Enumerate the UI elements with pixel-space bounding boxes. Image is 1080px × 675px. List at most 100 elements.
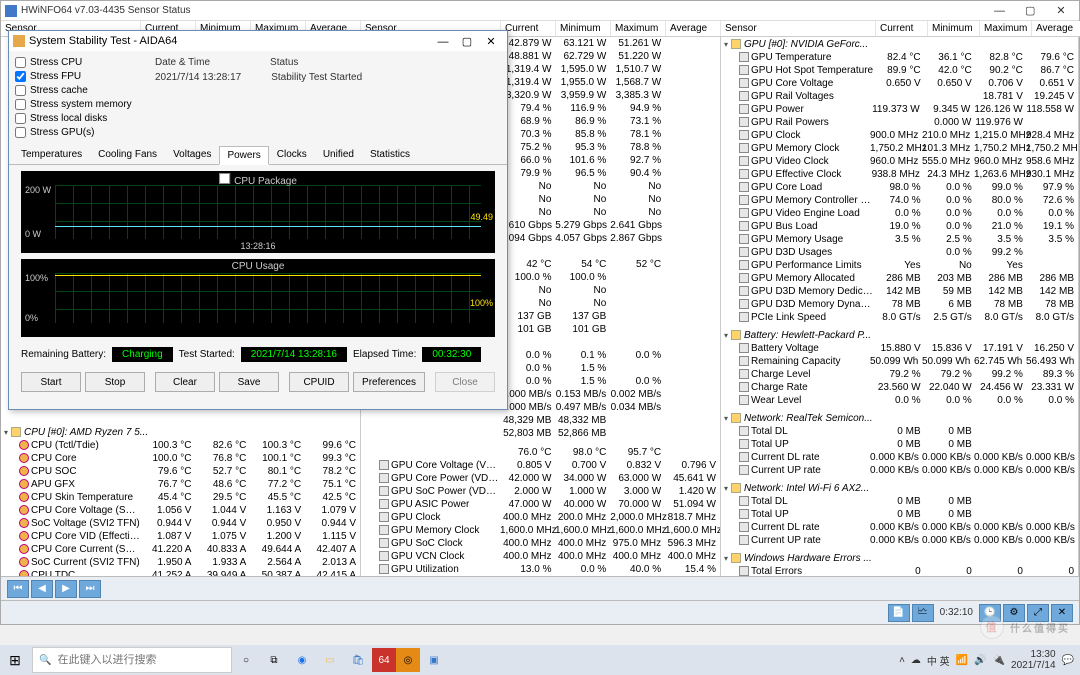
stress-checkbox[interactable] <box>15 127 26 138</box>
sensor-row[interactable]: GPU SoC Power (VDDCR_S...2.000 W1.000 W3… <box>361 485 720 498</box>
search-input[interactable] <box>57 654 225 666</box>
sensor-row[interactable]: CPU Core Current (SVI2 TFN)41.220 A40.83… <box>1 543 360 556</box>
close-button[interactable]: ✕ <box>1047 4 1075 17</box>
sensor-row[interactable]: GPU Temperature82.4 °C36.1 °C82.8 °C79.6… <box>721 51 1078 64</box>
sensor-row[interactable]: GPU Bus Load19.0 %0.0 %21.0 %19.1 % <box>721 220 1078 233</box>
sensor-row[interactable]: CPU Core Voltage (SVI2 TFN)1.056 V1.044 … <box>1 504 360 517</box>
sensor-row[interactable]: GPU Clock400.0 MHz200.0 MHz2,000.0 MHz81… <box>361 511 720 524</box>
sensor-group[interactable]: ▾Battery: Hewlett-Packard P... <box>721 328 1078 342</box>
sensor-row[interactable]: GPU Video Clock960.0 MHz555.0 MHz960.0 M… <box>721 155 1078 168</box>
task-aida-icon[interactable]: 64 <box>372 648 396 672</box>
cpuid-button[interactable]: CPUID <box>289 372 349 392</box>
task-hwinfo-icon[interactable]: ▣ <box>420 646 448 674</box>
sensor-row[interactable]: CPU (Tctl/Tdie)100.3 °C82.6 °C100.3 °C99… <box>1 439 360 452</box>
sensor-row[interactable]: GPU Memory Clock1,750.2 MHz101.3 MHz1,75… <box>721 142 1078 155</box>
task-cortana-icon[interactable]: ○ <box>232 646 260 674</box>
task-store-icon[interactable]: 🛍 <box>344 646 372 674</box>
sensor-row[interactable]: APU GFX76.7 °C48.6 °C77.2 °C75.1 °C <box>1 478 360 491</box>
sensor-pane-right[interactable]: ▾GPU [#0]: NVIDIA GeForc...GPU Temperatu… <box>721 37 1079 600</box>
tray-up-icon[interactable]: ˄ <box>899 655 905 666</box>
sensor-row[interactable]: PCIe Link Speed8.0 GT/s2.5 GT/s8.0 GT/s8… <box>721 311 1078 324</box>
start-button[interactable]: Start <box>21 372 81 392</box>
tray-date[interactable]: 2021/7/14 <box>1011 660 1056 671</box>
sensor-row[interactable]: GPU Memory Controller Load74.0 %0.0 %80.… <box>721 194 1078 207</box>
sensor-row[interactable]: GPU Core Load98.0 %0.0 %99.0 %97.9 % <box>721 181 1078 194</box>
sensor-row[interactable]: GPU VCN Clock400.0 MHz400.0 MHz400.0 MHz… <box>361 550 720 563</box>
sensor-row[interactable]: Current UP rate0.000 KB/s0.000 KB/s0.000… <box>721 464 1078 477</box>
sensor-group[interactable]: ▾Network: Intel Wi-Fi 6 AX2... <box>721 481 1078 495</box>
sensor-row[interactable]: GPU D3D Memory Dynamic78 MB6 MB78 MB78 M… <box>721 298 1078 311</box>
stress-option[interactable]: Stress local disks <box>15 113 143 124</box>
dialog-tab[interactable]: Cooling Fans <box>90 145 165 164</box>
sensor-row[interactable]: GPU D3D Memory Dedicated142 MB59 MB142 M… <box>721 285 1078 298</box>
sensor-row[interactable]: GPU Clock900.0 MHz210.0 MHz1,215.0 MHz92… <box>721 129 1078 142</box>
stress-checkbox[interactable] <box>15 113 26 124</box>
tray-cloud-icon[interactable]: ☁ <box>911 655 921 666</box>
dialog-tab[interactable]: Powers <box>219 146 268 165</box>
sensor-row[interactable]: SoC Voltage (SVI2 TFN)0.944 V0.944 V0.95… <box>1 517 360 530</box>
stress-option[interactable]: Stress CPU <box>15 57 143 68</box>
sensor-row[interactable]: GPU Memory Clock1,600.0 MHz1,600.0 MHz1,… <box>361 524 720 537</box>
dialog-tab[interactable]: Voltages <box>165 145 219 164</box>
sensor-row[interactable]: CPU Core VID (Effective)1.087 V1.075 V1.… <box>1 530 360 543</box>
nav-first-icon[interactable]: ⏮ <box>7 580 29 598</box>
sensor-row[interactable]: Current DL rate0.000 KB/s0.000 KB/s0.000… <box>721 451 1078 464</box>
sensor-row[interactable]: GPU Core Voltage (VDDCR...0.805 V0.700 V… <box>361 459 720 472</box>
sensor-row[interactable]: Charge Level79.2 %79.2 %99.2 %89.3 % <box>721 368 1078 381</box>
cpu-group[interactable]: ▾CPU [#0]: AMD Ryzen 7 5... <box>1 425 360 439</box>
dialog-tab[interactable]: Unified <box>315 145 362 164</box>
stress-option[interactable]: Stress FPU <box>15 71 143 82</box>
sensor-row[interactable]: CPU Skin Temperature45.4 °C29.5 °C45.5 °… <box>1 491 360 504</box>
sensor-row[interactable]: Total UP0 MB0 MB <box>721 438 1078 451</box>
sensor-group[interactable]: ▾GPU [#0]: NVIDIA GeForc... <box>721 37 1078 51</box>
sensor-row[interactable]: Current UP rate0.000 KB/s0.000 KB/s0.000… <box>721 534 1078 547</box>
task-edge-icon[interactable]: ◉ <box>288 646 316 674</box>
sensor-row[interactable]: SoC Current (SVI2 TFN)1.950 A1.933 A2.56… <box>1 556 360 569</box>
tray-lang[interactable]: 中 英 <box>927 653 950 668</box>
sensor-row[interactable]: GPU Rail Voltages18.781 V19.245 V <box>721 90 1078 103</box>
min-button[interactable]: — <box>985 5 1013 17</box>
sensor-row[interactable]: GPU ASIC Power47.000 W40.000 W70.000 W51… <box>361 498 720 511</box>
sensor-row[interactable]: Total UP0 MB0 MB <box>721 508 1078 521</box>
sensor-row[interactable]: Wear Level0.0 %0.0 %0.0 %0.0 % <box>721 394 1078 407</box>
stress-checkbox[interactable] <box>15 99 26 110</box>
sensor-row[interactable]: 52,803 MB52,866 MB <box>361 427 720 440</box>
stress-option[interactable]: Stress cache <box>15 85 143 96</box>
aida-stability-dialog[interactable]: System Stability Test - AIDA64 —▢✕ Stres… <box>8 30 508 410</box>
dlg-max[interactable]: ▢ <box>455 35 479 48</box>
close-dialog-button[interactable]: Close <box>435 372 495 392</box>
sensor-row[interactable]: GPU Core Power (VDDCR_...42.000 W34.000 … <box>361 472 720 485</box>
sensor-row[interactable]: GPU D3D Usages0.0 %99.2 % <box>721 246 1078 259</box>
sensor-row[interactable]: GPU Power119.373 W9.345 W126.126 W118.55… <box>721 103 1078 116</box>
save-button[interactable]: Save <box>219 372 279 392</box>
sensor-row[interactable]: CPU SOC79.6 °C52.7 °C80.1 °C78.2 °C <box>1 465 360 478</box>
preferences-button[interactable]: Preferences <box>353 372 425 392</box>
tray-bat-icon[interactable]: 🔌 <box>993 655 1005 666</box>
sensor-row[interactable]: Charge Rate23.560 W22.040 W24.456 W23.33… <box>721 381 1078 394</box>
sensor-row[interactable]: Remaining Capacity50.099 Wh50.099 Wh62.7… <box>721 355 1078 368</box>
stress-checkbox[interactable] <box>15 57 26 68</box>
tray-wifi-icon[interactable]: 📶 <box>956 655 968 666</box>
sensor-row[interactable]: GPU SoC Clock400.0 MHz400.0 MHz975.0 MHz… <box>361 537 720 550</box>
stress-option[interactable]: Stress GPU(s) <box>15 127 143 138</box>
sensor-row[interactable]: GPU Rail Powers0.000 W119.976 W <box>721 116 1078 129</box>
sensor-group[interactable]: ▾Windows Hardware Errors ... <box>721 551 1078 565</box>
clear-button[interactable]: Clear <box>155 372 215 392</box>
nav-next-icon[interactable]: ▶ <box>55 580 77 598</box>
sensor-row[interactable]: GPU Video Engine Load0.0 %0.0 %0.0 %0.0 … <box>721 207 1078 220</box>
max-button[interactable]: ▢ <box>1016 4 1044 17</box>
stress-checkbox[interactable] <box>15 85 26 96</box>
sensor-row[interactable]: GPU Memory Allocated286 MB203 MB286 MB28… <box>721 272 1078 285</box>
sensor-row[interactable]: Current DL rate0.000 KB/s0.000 KB/s0.000… <box>721 521 1078 534</box>
sensor-group[interactable]: ▾Network: RealTek Semicon... <box>721 411 1078 425</box>
tray-notif-icon[interactable]: 💬 <box>1062 655 1074 666</box>
sensor-row[interactable]: GPU Effective Clock938.8 MHz24.3 MHz1,26… <box>721 168 1078 181</box>
stress-option[interactable]: Stress system memory <box>15 99 143 110</box>
tray-time[interactable]: 13:30 <box>1011 649 1056 660</box>
dialog-tab[interactable]: Clocks <box>269 145 315 164</box>
tray-vol-icon[interactable]: 🔊 <box>974 655 986 666</box>
dlg-close[interactable]: ✕ <box>479 35 503 48</box>
dialog-titlebar[interactable]: System Stability Test - AIDA64 —▢✕ <box>9 31 507 51</box>
dialog-tab[interactable]: Temperatures <box>13 145 90 164</box>
nav-last-icon[interactable]: ⏭ <box>79 580 101 598</box>
